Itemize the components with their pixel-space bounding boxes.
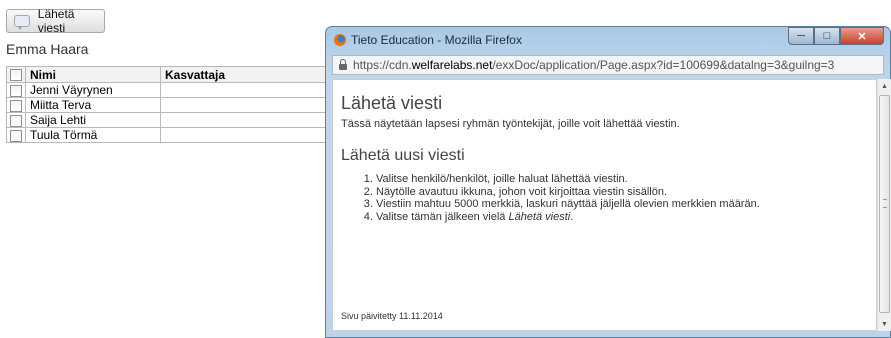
table-row: Jenni Väyrynen	[6, 82, 336, 98]
last-updated: Sivu päivitetty 11.11.2014	[341, 311, 443, 321]
page-subheading: Lähetä uusi viesti	[341, 147, 465, 164]
row-checkbox-cell	[6, 127, 26, 143]
page-content: Lähetä viesti Tässä näytetään lapsesi ry…	[332, 79, 877, 331]
scrollbar-thumb[interactable]	[879, 95, 890, 313]
minimize-button[interactable]: ─	[788, 27, 814, 45]
list-item: Näytölle avautuu ikkuna, johon voit kirj…	[376, 186, 760, 199]
step4-suffix: .	[570, 210, 574, 223]
scroll-up-icon[interactable]: ▲	[878, 79, 891, 93]
column-header-role: Kasvattaja	[160, 66, 336, 83]
grip-icon	[883, 199, 887, 208]
vertical-scrollbar[interactable]: ▲ ▼	[877, 79, 891, 331]
list-item: Viestiin mahtuu 5000 merkkiä, laskuri nä…	[376, 198, 760, 211]
lock-icon	[339, 59, 347, 70]
url-prefix: https://cdn.	[353, 58, 412, 72]
speech-bubble-icon	[14, 15, 30, 30]
list-item: Valitse henkilö/henkilöt, joille haluat …	[376, 173, 760, 186]
staff-name: Jenni Väyrynen	[25, 82, 161, 98]
column-header-name: Nimi	[25, 66, 161, 83]
close-icon: ✕	[857, 30, 867, 43]
close-button[interactable]: ✕	[840, 27, 884, 45]
row-checkbox[interactable]	[10, 84, 22, 97]
row-checkbox[interactable]	[10, 114, 22, 127]
select-all-cell	[6, 66, 26, 83]
table-row: Saija Lehti	[6, 112, 336, 128]
step4-emphasis: Lähetä viesti	[508, 210, 571, 223]
child-name: Emma Haara	[6, 41, 89, 57]
page-intro: Tässä näytetään lapsesi ryhmän työntekij…	[341, 118, 680, 130]
send-message-button[interactable]: Lähetä viesti	[6, 7, 105, 35]
maximize-button[interactable]: □	[814, 27, 840, 45]
window-title: Tieto Education - Mozilla Firefox	[351, 33, 522, 47]
row-checkbox[interactable]	[10, 129, 22, 142]
staff-name: Saija Lehti	[25, 112, 161, 128]
maximize-icon: □	[823, 30, 831, 42]
table-header-row: Nimi Kasvattaja	[6, 66, 336, 83]
step4-prefix: Valitse tämän jälkeen vielä	[376, 210, 509, 223]
staff-role	[160, 82, 336, 98]
staff-table: Nimi Kasvattaja Jenni Väyrynen Miitta Te…	[6, 66, 336, 143]
row-checkbox-cell	[6, 97, 26, 113]
select-all-checkbox[interactable]	[10, 69, 22, 82]
instruction-list: Valitse henkilö/henkilöt, joille haluat …	[361, 173, 760, 223]
minimize-icon: ─	[797, 30, 805, 42]
scroll-down-icon[interactable]: ▼	[878, 317, 891, 331]
window-titlebar[interactable]: Tieto Education - Mozilla Firefox ─ □ ✕	[326, 27, 890, 53]
staff-role	[160, 112, 336, 128]
url-host: welfarelabs.net	[411, 58, 493, 72]
staff-name: Tuula Törmä	[25, 127, 161, 143]
staff-name: Miitta Terva	[25, 97, 161, 113]
firefox-icon	[334, 34, 346, 46]
send-message-label: Lähetä viesti	[37, 7, 75, 35]
page-heading: Lähetä viesti	[341, 93, 443, 113]
address-bar[interactable]: https://cdn. welfarelabs.net/exxDoc/appli…	[332, 55, 884, 75]
popup-window: Tieto Education - Mozilla Firefox ─ □ ✕ …	[325, 26, 891, 338]
staff-role	[160, 127, 336, 143]
table-row: Miitta Terva	[6, 97, 336, 113]
staff-role	[160, 97, 336, 113]
table-row: Tuula Törmä	[6, 127, 336, 143]
window-controls: ─ □ ✕	[788, 27, 884, 45]
row-checkbox-cell	[6, 82, 26, 98]
row-checkbox-cell	[6, 112, 26, 128]
url-path: /exxDoc/application/Page.aspx?id=100699&…	[492, 58, 835, 72]
row-checkbox[interactable]	[10, 99, 22, 112]
list-item: Valitse tämän jälkeen vielä Lähetä viest…	[376, 211, 760, 224]
